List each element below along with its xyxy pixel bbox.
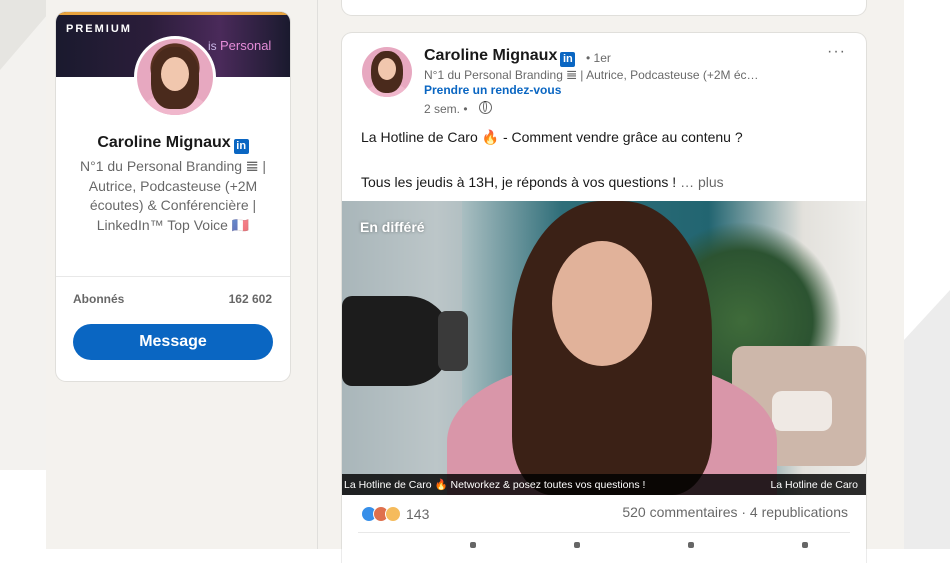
microphone-shape [342,296,452,386]
avatar-face-shape [161,57,189,91]
post-avatar-face-shape [378,58,396,80]
profile-avatar[interactable] [134,36,216,118]
profile-divider [56,276,290,277]
profile-headline: N°1 du Personal Branding 𝌆 | Autrice, Po… [80,158,266,233]
background-right-accent [904,290,950,340]
reaction-count: 143 [406,506,430,522]
insightful-reaction-icon [385,506,401,522]
linkedin-icon: in [233,139,249,154]
premium-label: PREMIUM [66,23,132,35]
followers-count: 162 602 [228,292,272,306]
background-left [0,0,46,470]
post-timestamp: 2 sem. • [424,102,468,116]
banner-tagline-prefix: is [208,39,217,53]
like-action-icon[interactable] [470,542,476,548]
microphone-stand-shape [438,311,468,371]
globe-icon [479,101,492,114]
video-ticker: La Hotline de Caro 🔥 Networkez & posez t… [342,474,866,495]
video-pillow-shape [772,391,832,431]
send-action-icon[interactable] [802,542,808,548]
message-button[interactable]: Message [73,324,273,360]
ticker-right-text: La Hotline de Caro [770,478,858,491]
profile-name[interactable]: Caroline Mignaux in [56,134,290,154]
post-text-line1: La Hotline de Caro 🔥 - Comment vendre gr… [361,129,743,145]
banner-tagline-highlight: Personal [220,38,272,53]
background-bottom-left [0,470,46,549]
flame-icon: 🔥 [434,479,448,491]
post-author-headline: N°1 du Personal Branding 𝌆 | Autrice, Po… [424,68,759,82]
post-text-line2: Tous les jeudis à 13H, je réponds à vos … [361,174,724,190]
premium-gold-bar [56,12,290,15]
replay-badge: En différé [360,219,425,235]
profile-name-text[interactable]: Caroline Mignaux [97,134,230,151]
previous-post-card [342,0,866,15]
video-person-face [552,241,652,366]
post-actions-divider [358,532,850,533]
post-author-avatar[interactable] [362,47,412,97]
ticker-left: La Hotline de Caro 🔥 Networkez & posez t… [344,478,645,491]
column-divider [317,0,318,549]
post-card: Caroline Mignaux in • 1er N°1 du Personal… [342,33,866,563]
comments-reposts-count[interactable]: 520 commentaires · 4 republications [622,504,848,520]
reactions-summary[interactable]: 143 [361,504,429,524]
comment-action-icon[interactable] [574,542,580,548]
post-author-name[interactable]: Caroline Mignaux in [424,47,576,67]
linkedin-icon: in [560,52,576,67]
video-player[interactable]: En différé La Hotline de Caro 🔥 Networke… [342,201,866,495]
ticker-left-text: La Hotline de Caro [344,479,432,491]
book-appointment-link[interactable]: Prendre un rendez-vous [424,83,561,97]
post-text-line2-text: Tous les jeudis à 13H, je réponds à vos … [361,174,677,190]
followers-label: Abonnés [73,292,125,306]
repost-action-icon[interactable] [688,542,694,548]
connection-degree: • 1er [586,51,611,65]
more-options-icon[interactable]: ··· [827,43,846,61]
profile-card: PREMIUM is Personal Caroline Mignaux in N… [56,12,290,381]
post-author-name-text[interactable]: Caroline Mignaux [424,47,557,64]
see-more-link[interactable]: … plus [680,174,724,190]
ticker-middle-text: Networkez & posez toutes vos questions ! [450,479,646,491]
banner-tagline: is Personal [208,38,271,53]
background-right-block [904,340,950,549]
